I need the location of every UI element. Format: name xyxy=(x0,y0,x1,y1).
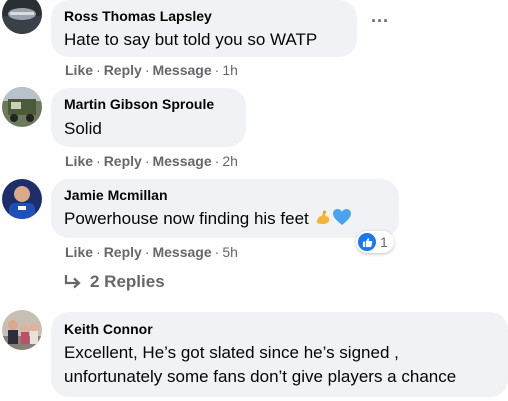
message-button[interactable]: Message xyxy=(152,153,211,169)
comment-actions: Like · Reply · Message · 2h xyxy=(65,152,238,170)
reply-button[interactable]: Reply xyxy=(104,62,142,78)
comment-timestamp[interactable]: 1h xyxy=(222,62,238,78)
comment-timestamp[interactable]: 2h xyxy=(222,153,238,169)
blue-heart-icon xyxy=(332,209,351,225)
flexed-biceps-icon xyxy=(316,210,329,225)
separator: · xyxy=(96,62,101,78)
like-button[interactable]: Like xyxy=(65,62,93,78)
comment-author[interactable]: Keith Connor xyxy=(64,320,495,338)
separator: · xyxy=(144,244,150,260)
separator: · xyxy=(144,62,150,78)
like-button[interactable]: Like xyxy=(65,244,93,260)
comment-author[interactable]: Jamie Mcmillan xyxy=(64,186,386,204)
avatar-martin[interactable] xyxy=(2,87,42,127)
separator: · xyxy=(96,244,101,260)
view-replies-button[interactable]: 2 Replies xyxy=(64,272,165,292)
reaction-count[interactable]: 1 xyxy=(356,231,394,253)
comment-timestamp[interactable]: 5h xyxy=(222,244,238,260)
separator: · xyxy=(144,153,150,169)
separator: · xyxy=(214,153,220,169)
more-options-icon[interactable]: ··· xyxy=(368,12,392,37)
reply-button[interactable]: Reply xyxy=(104,244,142,260)
comment-text: Solid xyxy=(64,119,102,138)
like-reaction-icon xyxy=(358,233,376,251)
replies-label: 2 Replies xyxy=(90,272,165,291)
comment-text: Hate to say but told you so WATP xyxy=(64,30,318,49)
comment-bubble: Martin Gibson Sproule Solid xyxy=(51,88,246,147)
avatar-keith[interactable] xyxy=(2,310,42,350)
separator: · xyxy=(214,244,220,260)
comment-bubble: Jamie Mcmillan Powerhouse now finding hi… xyxy=(51,179,399,238)
reaction-count-number: 1 xyxy=(380,234,388,250)
comment-bubble: Keith Connor Excellent, He’s got slated … xyxy=(51,312,508,397)
comment-author[interactable]: Martin Gibson Sproule xyxy=(64,95,233,113)
comment-actions: Like · Reply · Message · 5h xyxy=(65,243,238,261)
separator: · xyxy=(214,62,220,78)
comment-text-line: Excellent, He’s got slated since he’s si… xyxy=(64,343,399,362)
avatar-ross[interactable] xyxy=(2,0,42,34)
comment-actions: Like · Reply · Message · 1h xyxy=(65,61,238,79)
comment-text-line: unfortunately some fans don’t give playe… xyxy=(64,367,457,386)
like-button[interactable]: Like xyxy=(65,153,93,169)
message-button[interactable]: Message xyxy=(152,62,211,78)
comment-text: Powerhouse now finding his feet xyxy=(64,208,386,230)
reply-button[interactable]: Reply xyxy=(104,153,142,169)
comment-author[interactable]: Ross Thomas Lapsley xyxy=(64,7,344,25)
reply-arrow-icon xyxy=(64,275,81,289)
separator: · xyxy=(96,153,101,169)
comment-text-content: Powerhouse now finding his feet xyxy=(64,209,309,228)
avatar-jamie[interactable] xyxy=(2,179,42,219)
message-button[interactable]: Message xyxy=(152,244,211,260)
comment-bubble: Ross Thomas Lapsley Hate to say but told… xyxy=(51,0,357,57)
